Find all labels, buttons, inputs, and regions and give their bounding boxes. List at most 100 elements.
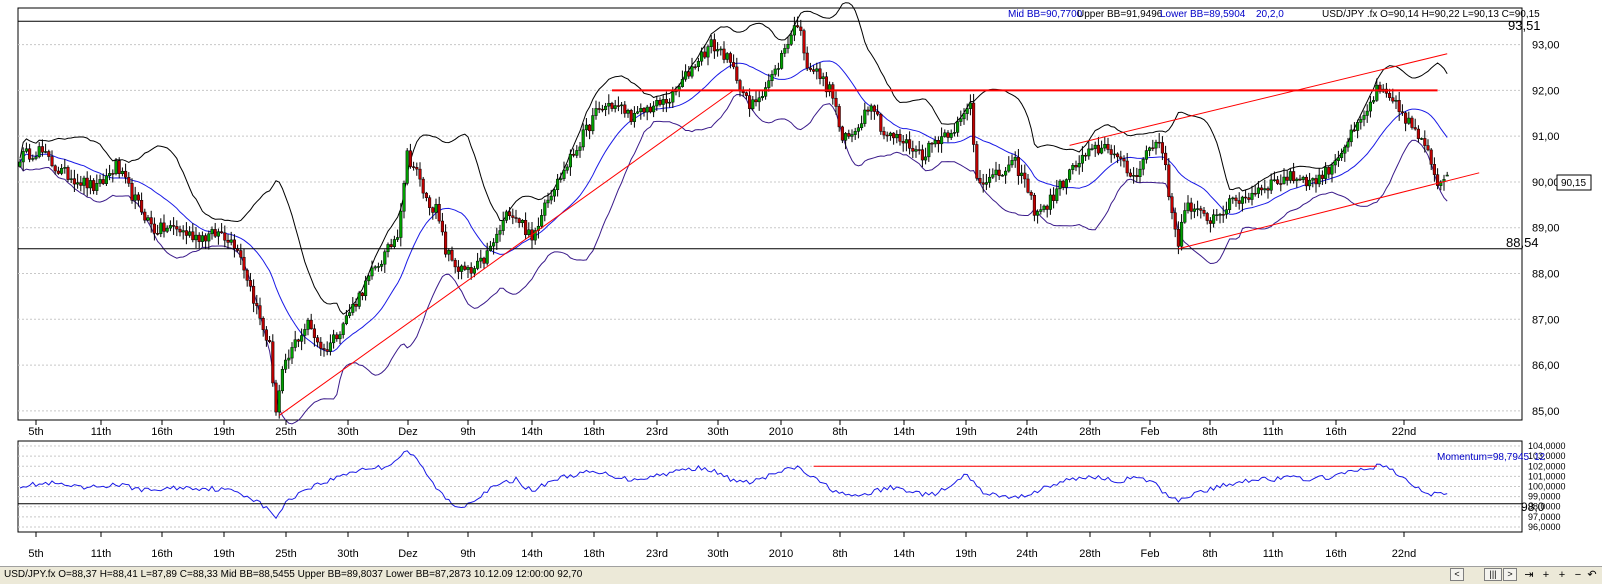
- candle-body: [997, 169, 1001, 176]
- candle: [28, 143, 32, 163]
- candle: [284, 353, 288, 374]
- candle: [104, 168, 108, 186]
- candle-body: [988, 176, 992, 183]
- candle: [978, 170, 982, 184]
- candle-body: [312, 328, 316, 338]
- candle: [1160, 136, 1164, 161]
- candle: [988, 168, 992, 188]
- price-x-tick-label: 18th: [583, 426, 604, 438]
- candle-body: [1282, 176, 1286, 184]
- candle: [600, 104, 604, 113]
- zoom-in-button[interactable]: +: [1540, 568, 1552, 582]
- zoom-out-button[interactable]: −: [1572, 568, 1584, 582]
- candle-body: [1410, 117, 1414, 128]
- candle-body: [549, 195, 553, 201]
- scroll-left-button[interactable]: <: [1450, 568, 1464, 581]
- uptrend-line: [278, 89, 734, 416]
- candle-body: [1276, 179, 1280, 184]
- scroll-end-icon: ⇥: [1524, 569, 1534, 581]
- chart-canvas[interactable]: 85,00 86,00 87,00 88,00 89,00 90,00 91,00 92,00…: [0, 0, 1602, 566]
- candle-body: [306, 319, 310, 330]
- candle-body: [290, 347, 294, 359]
- candle: [1362, 110, 1366, 127]
- candle-body: [389, 244, 393, 247]
- price-x-tick-label: 16th: [151, 426, 172, 438]
- candle: [780, 50, 784, 70]
- candle-body: [40, 146, 44, 153]
- candle-body: [437, 204, 441, 222]
- candle: [847, 129, 851, 139]
- candle: [1359, 116, 1363, 130]
- candle-body: [1285, 176, 1289, 181]
- candle-body: [136, 194, 140, 201]
- candle-body: [1298, 178, 1302, 181]
- candle: [85, 171, 89, 197]
- candle: [565, 164, 569, 174]
- candle-body: [226, 239, 230, 243]
- candle-body: [853, 131, 857, 135]
- candle: [277, 384, 281, 419]
- candle-body: [344, 315, 348, 324]
- candle-body: [392, 239, 396, 247]
- candle: [380, 260, 384, 272]
- candle: [1064, 178, 1068, 195]
- scroll-right-button[interactable]: >: [1503, 568, 1517, 581]
- scrollbar-thumb[interactable]: |||: [1484, 568, 1502, 581]
- scroll-end-button[interactable]: ⇥: [1522, 568, 1536, 582]
- candle-body: [447, 250, 451, 255]
- candle-body: [1372, 100, 1376, 103]
- candle-body: [194, 234, 198, 241]
- candle: [1308, 172, 1312, 191]
- candle: [60, 164, 64, 176]
- candle-body: [693, 66, 697, 68]
- candle-body: [1093, 144, 1097, 149]
- momentum-x-tick-label: 25th: [275, 548, 296, 560]
- candle-body: [562, 169, 566, 179]
- candle: [917, 140, 921, 155]
- candle-body: [34, 156, 38, 159]
- candle-body: [984, 182, 988, 185]
- candle-body: [943, 132, 947, 137]
- axis-labels: 85,00 86,00 87,00 88,00 89,00 90,00 91,00 92,00…: [28, 40, 1565, 560]
- candle: [642, 107, 646, 117]
- candle-body: [975, 144, 979, 179]
- candle: [440, 212, 444, 236]
- candle: [594, 100, 598, 120]
- candle: [421, 176, 425, 199]
- candle: [1212, 209, 1216, 228]
- candle: [1189, 197, 1193, 220]
- candle: [1157, 133, 1161, 149]
- candle-body: [1000, 174, 1004, 177]
- candle-body: [920, 149, 924, 161]
- candle-body: [453, 259, 457, 268]
- candle-body: [1346, 141, 1350, 148]
- candle: [690, 57, 694, 79]
- candle-body: [104, 175, 108, 184]
- candle-body: [860, 123, 864, 129]
- momentum-legend: Momentum=98,7945: [1437, 452, 1529, 463]
- candle: [226, 234, 230, 249]
- candle-body: [143, 211, 147, 221]
- candle: [252, 279, 256, 313]
- candle: [1304, 174, 1308, 191]
- candle-body: [479, 257, 483, 262]
- candle-body: [927, 142, 931, 158]
- candle: [975, 141, 979, 181]
- candle-body: [220, 231, 224, 234]
- candle: [210, 226, 214, 240]
- candle-body: [1068, 169, 1072, 180]
- candle: [479, 249, 483, 269]
- candle-body: [1317, 174, 1321, 185]
- candle: [204, 233, 208, 249]
- candle: [1407, 111, 1411, 125]
- crosshair-button[interactable]: +: [1556, 568, 1568, 582]
- candle-body: [1221, 214, 1225, 216]
- candle: [24, 142, 28, 153]
- candle: [1154, 139, 1158, 155]
- candle: [66, 165, 70, 183]
- reset-view-button[interactable]: ↶: [1586, 568, 1598, 582]
- candle-body: [284, 359, 288, 370]
- candle: [303, 323, 307, 345]
- candle: [1381, 84, 1385, 94]
- candle: [255, 294, 259, 315]
